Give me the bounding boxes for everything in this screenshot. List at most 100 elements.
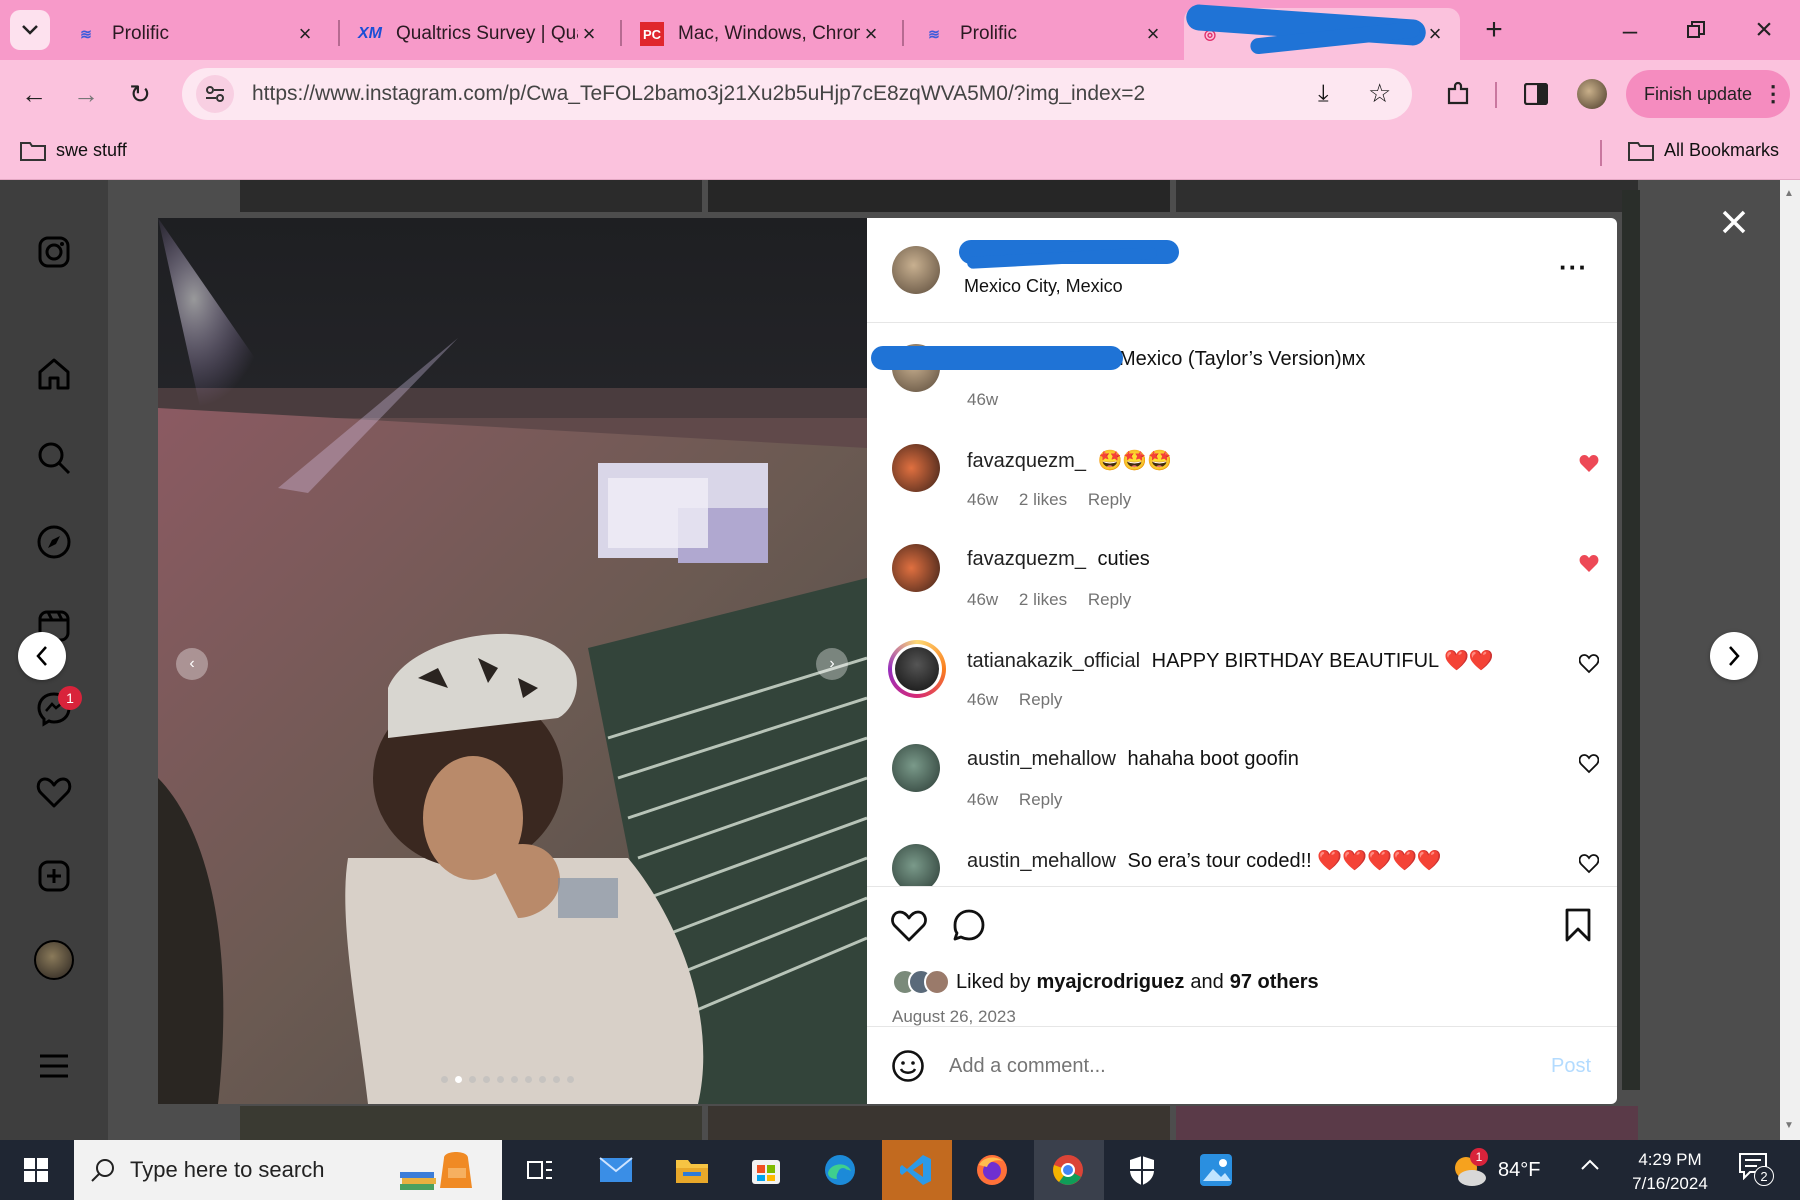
- commenter-avatar[interactable]: [892, 444, 940, 492]
- post-photo[interactable]: ‹ ›: [158, 218, 867, 1104]
- post-location[interactable]: Mexico City, Mexico: [964, 276, 1123, 297]
- close-icon[interactable]: ×: [294, 21, 316, 47]
- comment-username[interactable]: austin_mehallow: [967, 850, 1116, 872]
- bookmark-star-icon[interactable]: ☆: [1368, 78, 1391, 109]
- install-app-icon[interactable]: ⤓: [1318, 80, 1329, 108]
- comment-likes[interactable]: 2 likes: [1019, 590, 1067, 609]
- folder-icon: [1628, 141, 1654, 161]
- restore-button[interactable]: [1676, 10, 1716, 50]
- liked-heart-icon[interactable]: [1579, 554, 1599, 574]
- carousel-next-button[interactable]: ›: [816, 648, 848, 680]
- like-heart-icon[interactable]: [1579, 854, 1599, 874]
- like-heart-icon[interactable]: [1579, 654, 1599, 674]
- next-post-button[interactable]: [1710, 632, 1758, 680]
- commenter-avatar-story-ring[interactable]: [888, 640, 946, 698]
- tab-prolific-1[interactable]: ≋ Prolific ×: [60, 8, 330, 60]
- comment-username[interactable]: favazquezm_: [967, 450, 1086, 472]
- edge-icon[interactable]: [820, 1150, 860, 1190]
- liked-by-user[interactable]: myajcrodriguez: [1037, 971, 1185, 994]
- commenter-avatar[interactable]: [892, 544, 940, 592]
- chrome-icon[interactable]: [1048, 1150, 1088, 1190]
- more-options-icon[interactable]: ···: [1559, 252, 1588, 283]
- previous-post-button[interactable]: [18, 632, 66, 680]
- emoji-icon[interactable]: [891, 1049, 925, 1083]
- show-hidden-icons-button[interactable]: [1580, 1158, 1600, 1176]
- close-icon[interactable]: ×: [1424, 21, 1446, 47]
- taskbar-search[interactable]: Type here to search: [74, 1140, 502, 1200]
- author-avatar[interactable]: [892, 246, 940, 294]
- comment-icon[interactable]: [951, 907, 987, 943]
- bookmark-folder-swe-stuff[interactable]: swe stuff: [20, 140, 127, 161]
- close-modal-icon[interactable]: [1714, 202, 1754, 242]
- security-icon[interactable]: [1122, 1150, 1162, 1190]
- close-icon[interactable]: ×: [860, 21, 882, 47]
- profile-avatar[interactable]: [34, 940, 74, 980]
- reply-button[interactable]: Reply: [1088, 590, 1131, 609]
- scroll-down-arrow[interactable]: ▼: [1784, 1120, 1794, 1131]
- post-date: August 26, 2023: [892, 1007, 1016, 1026]
- reply-button[interactable]: Reply: [1019, 690, 1062, 709]
- url-text: https://www.instagram.com/p/Cwa_TeFOL2ba…: [252, 82, 1146, 105]
- window-close-button[interactable]: ×: [1744, 10, 1784, 50]
- tab-separator: [902, 20, 904, 46]
- concert-photo-illustration: [158, 218, 867, 1104]
- liked-by-others[interactable]: 97 others: [1230, 971, 1319, 994]
- explore-icon[interactable]: [34, 522, 74, 562]
- search-icon[interactable]: [34, 438, 74, 478]
- commenter-avatar[interactable]: [892, 744, 940, 792]
- all-bookmarks-button[interactable]: All Bookmarks: [1628, 140, 1779, 161]
- start-button[interactable]: [16, 1150, 56, 1190]
- extensions-icon[interactable]: [1438, 74, 1478, 114]
- menu-icon[interactable]: [34, 1046, 74, 1086]
- commenter-avatar[interactable]: [892, 844, 940, 886]
- forward-button[interactable]: →: [66, 74, 106, 114]
- taskbar-clock[interactable]: 4:29 PM 7/16/2024: [1610, 1148, 1730, 1196]
- comment-time: 46w: [967, 490, 999, 509]
- back-button[interactable]: ←: [14, 74, 54, 114]
- tab-qualtrics[interactable]: XM Qualtrics Survey | Qua ×: [344, 8, 614, 60]
- heart-icon[interactable]: [34, 772, 74, 812]
- search-icon: [91, 1159, 114, 1182]
- new-tab-button[interactable]: +: [1474, 10, 1514, 50]
- liked-heart-icon[interactable]: [1579, 454, 1599, 474]
- like-icon[interactable]: [891, 909, 927, 943]
- instagram-icon[interactable]: [34, 232, 74, 272]
- home-icon[interactable]: [34, 354, 74, 394]
- file-explorer-icon[interactable]: [672, 1150, 712, 1190]
- notifications-button[interactable]: 2: [1738, 1152, 1778, 1188]
- close-icon[interactable]: ×: [1142, 21, 1164, 47]
- site-info-icon[interactable]: [196, 75, 234, 113]
- tab-pcmag[interactable]: PC Mac, Windows, Chron ×: [626, 8, 896, 60]
- reply-button[interactable]: Reply: [1088, 490, 1131, 509]
- reload-button[interactable]: ↻: [120, 74, 160, 114]
- like-heart-icon[interactable]: [1579, 754, 1599, 774]
- task-view-icon[interactable]: [520, 1150, 560, 1190]
- vscode-icon[interactable]: [896, 1150, 936, 1190]
- create-icon[interactable]: [34, 856, 74, 896]
- scroll-up-arrow[interactable]: ▲: [1784, 188, 1794, 199]
- profile-avatar[interactable]: [1572, 74, 1612, 114]
- firefox-icon[interactable]: [972, 1150, 1012, 1190]
- microsoft-store-icon[interactable]: [746, 1150, 786, 1190]
- comment-likes[interactable]: 2 likes: [1019, 490, 1067, 509]
- comment-username[interactable]: favazquezm_: [967, 548, 1086, 570]
- mail-icon[interactable]: [596, 1150, 636, 1190]
- caption-time: 46w: [967, 390, 999, 409]
- tab-search-button[interactable]: [10, 10, 50, 50]
- photos-icon[interactable]: [1196, 1150, 1236, 1190]
- page-scrollbar[interactable]: ▲ ▼: [1780, 180, 1800, 1140]
- side-panel-icon[interactable]: [1516, 74, 1556, 114]
- carousel-prev-button[interactable]: ‹: [176, 648, 208, 680]
- comment-username[interactable]: austin_mehallow: [967, 748, 1116, 770]
- post-comment-button[interactable]: Post: [1551, 1055, 1591, 1078]
- save-bookmark-icon[interactable]: [1563, 907, 1593, 943]
- reply-button[interactable]: Reply: [1019, 790, 1062, 809]
- tab-prolific-2[interactable]: ≋ Prolific ×: [908, 8, 1178, 60]
- add-comment-input[interactable]: [949, 1049, 1509, 1083]
- close-icon[interactable]: ×: [578, 21, 600, 47]
- weather-widget[interactable]: 1 84°F: [1450, 1148, 1540, 1190]
- address-bar[interactable]: https://www.instagram.com/p/Cwa_TeFOL2ba…: [182, 68, 1412, 120]
- comment-username[interactable]: tatianakazik_official: [967, 650, 1140, 672]
- minimize-button[interactable]: –: [1610, 10, 1650, 50]
- finish-update-button[interactable]: Finish update ⋮: [1626, 70, 1790, 118]
